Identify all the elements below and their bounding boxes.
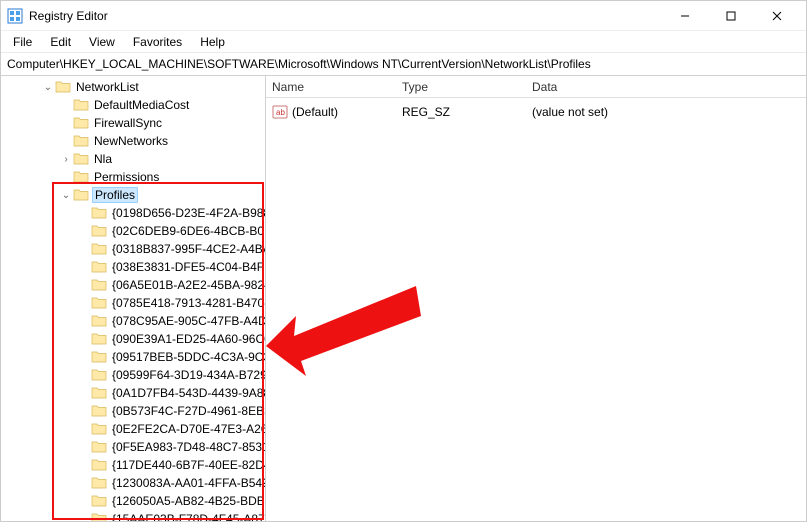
tree-item[interactable]: {0198D656-D23E-4F2A-B988	[1, 204, 265, 222]
value-type: REG_SZ	[402, 105, 532, 119]
tree-label: {06A5E01B-A2E2-45BA-9824	[110, 278, 266, 292]
tree-item[interactable]: Permissions	[1, 168, 265, 186]
tree-label: {02C6DEB9-6DE6-4BCB-B0D	[110, 224, 266, 238]
chevron-down-icon[interactable]: ⌄	[59, 190, 73, 201]
tree-label: {0E2FE2CA-D70E-47E3-A261	[110, 422, 266, 436]
tree-label: Permissions	[92, 170, 161, 184]
tree-label: FirewallSync	[92, 116, 164, 130]
tree-item[interactable]: {078C95AE-905C-47FB-A4D	[1, 312, 265, 330]
tree-label: NetworkList	[74, 80, 141, 94]
tree-item[interactable]: {1230083A-AA01-4FFA-B549	[1, 474, 265, 492]
tree-label: NewNetworks	[92, 134, 170, 148]
tree-label: {0318B837-995F-4CE2-A4BA	[110, 242, 266, 256]
tree-item[interactable]: DefaultMediaCost	[1, 96, 265, 114]
close-button[interactable]	[754, 1, 800, 31]
tree-pane[interactable]: ⌄ NetworkList DefaultMediaCost FirewallS…	[1, 76, 266, 521]
regedit-icon	[7, 8, 23, 24]
tree-label: DefaultMediaCost	[92, 98, 191, 112]
tree-item[interactable]: {0B573F4C-F27D-4961-8EB3	[1, 402, 265, 420]
chevron-down-icon[interactable]: ⌄	[41, 82, 55, 93]
tree-label: {0785E418-7913-4281-B470-	[110, 296, 266, 310]
menu-file[interactable]: File	[5, 33, 40, 51]
tree-item[interactable]: {0A1D7FB4-543D-4439-9A88	[1, 384, 265, 402]
tree-item[interactable]: › Nla	[1, 150, 265, 168]
list-row[interactable]: ab (Default) REG_SZ (value not set)	[272, 102, 800, 122]
minimize-button[interactable]	[662, 1, 708, 31]
tree-item-networklist[interactable]: ⌄ NetworkList	[1, 78, 265, 96]
tree-item[interactable]: {09517BEB-5DDC-4C3A-9C3	[1, 348, 265, 366]
tree-item[interactable]: {0E2FE2CA-D70E-47E3-A261	[1, 420, 265, 438]
address-bar[interactable]: Computer\HKEY_LOCAL_MACHINE\SOFTWARE\Mic…	[1, 53, 806, 76]
tree-label: {15AAE03B-F78D-4F45-A870	[110, 512, 266, 521]
tree-label: {1230083A-AA01-4FFA-B549	[110, 476, 266, 490]
tree-label: {0F5EA983-7D48-48C7-8531	[110, 440, 266, 454]
maximize-button[interactable]	[708, 1, 754, 31]
svg-text:ab: ab	[276, 108, 285, 117]
tree-item[interactable]: {0F5EA983-7D48-48C7-8531	[1, 438, 265, 456]
tree-item[interactable]: FirewallSync	[1, 114, 265, 132]
tree-item[interactable]: {0318B837-995F-4CE2-A4BA	[1, 240, 265, 258]
tree-item-profiles[interactable]: ⌄ Profiles	[1, 186, 265, 204]
list-pane: Name Type Data ab (Default) REG_SZ (valu…	[266, 76, 806, 521]
tree-item[interactable]: {090E39A1-ED25-4A60-96C0	[1, 330, 265, 348]
menu-edit[interactable]: Edit	[42, 33, 79, 51]
tree-item[interactable]: {02C6DEB9-6DE6-4BCB-B0D	[1, 222, 265, 240]
column-data[interactable]: Data	[532, 80, 806, 94]
menu-favorites[interactable]: Favorites	[125, 33, 190, 51]
tree-item[interactable]: NewNetworks	[1, 132, 265, 150]
tree-label: {078C95AE-905C-47FB-A4D	[110, 314, 266, 328]
column-name[interactable]: Name	[272, 80, 402, 94]
column-type[interactable]: Type	[402, 80, 532, 94]
menu-help[interactable]: Help	[192, 33, 233, 51]
list-body[interactable]: ab (Default) REG_SZ (value not set)	[266, 98, 806, 126]
value-data: (value not set)	[532, 105, 800, 119]
menubar: File Edit View Favorites Help	[1, 31, 806, 53]
tree-item[interactable]: {06A5E01B-A2E2-45BA-9824	[1, 276, 265, 294]
tree-item[interactable]: {15AAE03B-F78D-4F45-A870	[1, 510, 265, 521]
menu-view[interactable]: View	[81, 33, 123, 51]
tree-item[interactable]: {117DE440-6B7F-40EE-82D4	[1, 456, 265, 474]
tree-label: Profiles	[92, 187, 138, 203]
tree-label: {117DE440-6B7F-40EE-82D4	[110, 458, 266, 472]
tree-label: {09599F64-3D19-434A-B729	[110, 368, 266, 382]
chevron-right-icon[interactable]: ›	[59, 154, 73, 165]
value-name: (Default)	[292, 105, 338, 119]
tree-label: {0B573F4C-F27D-4961-8EB3	[110, 404, 266, 418]
tree-label: {126050A5-AB82-4B25-BDB	[110, 494, 266, 508]
tree-label: {0198D656-D23E-4F2A-B988	[110, 206, 266, 220]
window-title: Registry Editor	[29, 9, 108, 23]
window-controls	[662, 1, 800, 31]
tree-label: {038E3831-DFE5-4C04-B4FB	[110, 260, 266, 274]
titlebar: Registry Editor	[1, 1, 806, 31]
tree-label: Nla	[92, 152, 114, 166]
tree-label: {090E39A1-ED25-4A60-96C0	[110, 332, 266, 346]
tree-item[interactable]: {038E3831-DFE5-4C04-B4FB	[1, 258, 265, 276]
tree-item[interactable]: {126050A5-AB82-4B25-BDB	[1, 492, 265, 510]
tree-label: {09517BEB-5DDC-4C3A-9C3	[110, 350, 266, 364]
tree-item[interactable]: {09599F64-3D19-434A-B729	[1, 366, 265, 384]
tree-label: {0A1D7FB4-543D-4439-9A88	[110, 386, 266, 400]
list-header[interactable]: Name Type Data	[266, 76, 806, 98]
tree-item[interactable]: {0785E418-7913-4281-B470-	[1, 294, 265, 312]
